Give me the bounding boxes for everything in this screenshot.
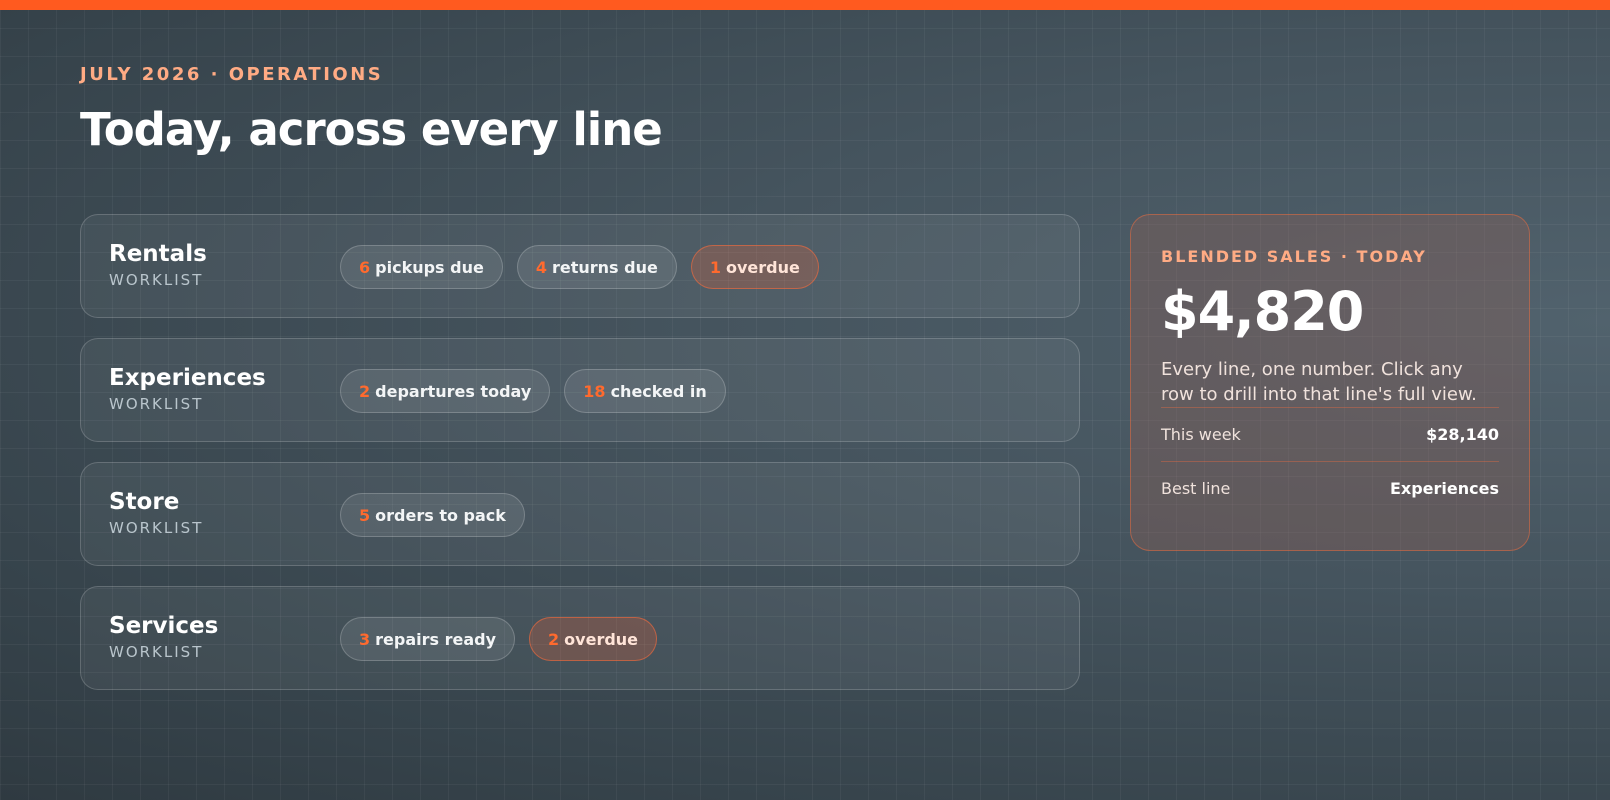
line-list: Rentals WORKLIST 6 pickups due 4 returns… <box>80 214 1080 710</box>
sales-eyebrow: BLENDED SALES · TODAY <box>1161 247 1427 266</box>
pill-label: checked in <box>610 381 707 401</box>
pill-label: orders to pack <box>375 505 506 525</box>
line-name: Store <box>109 489 180 515</box>
pill-count: 18 <box>583 381 606 401</box>
task-pills: 6 pickups due 4 returns due 1 overdue <box>340 245 819 289</box>
stat-best-line: Best line Experiences <box>1161 461 1499 515</box>
task-pill-orders-to-pack[interactable]: 5 orders to pack <box>340 493 525 537</box>
line-name: Rentals <box>109 241 207 267</box>
sales-description: Every line, one number. Click any row to… <box>1161 359 1477 405</box>
pill-count: 3 <box>359 629 371 649</box>
line-row-store[interactable]: Store WORKLIST 5 orders to pack <box>80 462 1080 566</box>
task-pill-repairs-ready[interactable]: 3 repairs ready <box>340 617 516 661</box>
sales-total: $4,820 <box>1161 280 1364 343</box>
pill-count: 1 <box>709 257 721 277</box>
task-pill-returns-due[interactable]: 4 returns due <box>516 245 677 289</box>
pill-count: 4 <box>535 257 547 277</box>
task-pills: 3 repairs ready 2 overdue <box>340 617 658 661</box>
pill-label: returns due <box>551 257 658 277</box>
task-pills: 2 departures today 18 checked in <box>340 369 726 413</box>
line-name: Services <box>109 613 219 639</box>
task-pill-overdue[interactable]: 2 overdue <box>529 617 658 661</box>
stat-value: $28,140 <box>1426 425 1499 444</box>
line-row-experiences[interactable]: Experiences WORKLIST 2 departures today … <box>80 338 1080 442</box>
page-title: Today, across every line <box>80 103 663 156</box>
pill-count: 2 <box>548 629 560 649</box>
stat-value: Experiences <box>1389 479 1499 498</box>
task-pills: 5 orders to pack <box>340 493 525 537</box>
pill-label: overdue <box>564 629 639 649</box>
line-subtitle: WORKLIST <box>109 519 204 537</box>
pill-label: repairs ready <box>375 629 497 649</box>
pill-count: 2 <box>359 381 371 401</box>
line-label: Experiences WORKLIST <box>109 365 266 413</box>
line-row-rentals[interactable]: Rentals WORKLIST 6 pickups due 4 returns… <box>80 214 1080 318</box>
line-label: Services WORKLIST <box>109 613 218 661</box>
pill-label: departures today <box>375 381 532 401</box>
line-subtitle: WORKLIST <box>109 271 204 289</box>
accent-top-bar <box>0 0 1610 10</box>
pill-count: 5 <box>359 505 371 525</box>
pill-label: pickups due <box>375 257 484 277</box>
line-name: Experiences <box>109 365 266 391</box>
page-header: JULY 2026 · OPERATIONS Today, across eve… <box>80 64 663 156</box>
pill-count: 6 <box>359 257 371 277</box>
task-pill-departures-today[interactable]: 2 departures today <box>340 369 551 413</box>
line-label: Rentals WORKLIST <box>109 241 207 289</box>
stat-label: Best line <box>1161 479 1231 498</box>
blended-sales-card: BLENDED SALES · TODAY $4,820 Every line,… <box>1130 214 1530 551</box>
pill-label: overdue <box>725 257 800 277</box>
line-subtitle: WORKLIST <box>109 643 204 661</box>
stat-label: This week <box>1161 425 1241 444</box>
page-eyebrow: JULY 2026 · OPERATIONS <box>80 64 384 85</box>
line-subtitle: WORKLIST <box>109 395 204 413</box>
task-pill-pickups-due[interactable]: 6 pickups due <box>340 245 503 289</box>
line-row-services[interactable]: Services WORKLIST 3 repairs ready 2 over… <box>80 586 1080 690</box>
line-label: Store WORKLIST <box>109 489 203 537</box>
task-pill-checked-in[interactable]: 18 checked in <box>564 369 726 413</box>
stat-this-week: This week $28,140 <box>1161 407 1499 461</box>
task-pill-overdue[interactable]: 1 overdue <box>690 245 819 289</box>
